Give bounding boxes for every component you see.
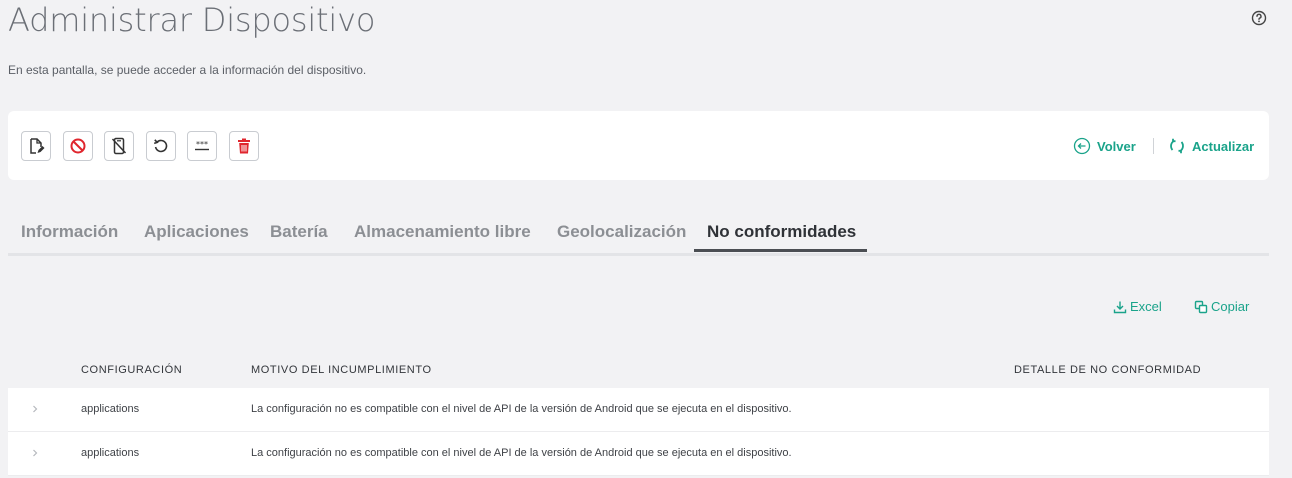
disable-device-button[interactable] [104, 131, 134, 161]
column-header-configuracion[interactable]: CONFIGURACIÓN [81, 364, 182, 376]
block-button[interactable] [63, 131, 93, 161]
cell-motivo: La configuración no es compatible con el… [251, 447, 792, 459]
back-button[interactable]: Volver [1073, 137, 1136, 155]
no-phone-icon [111, 137, 127, 155]
edit-file-button[interactable] [21, 131, 51, 161]
refresh-button[interactable]: Actualizar [1168, 137, 1254, 155]
table-header: CONFIGURACIÓN MOTIVO DEL INCUMPLIMIENTO … [8, 357, 1269, 387]
copy-button[interactable]: Copiar [1194, 299, 1249, 314]
tab-almacenamiento[interactable]: Almacenamiento libre [354, 222, 531, 242]
refresh-icon [1170, 138, 1184, 154]
chevron-right-icon[interactable] [30, 404, 40, 414]
copy-icon [1194, 300, 1208, 313]
cell-configuracion: applications [81, 403, 140, 415]
trash-icon [238, 138, 250, 154]
help-icon[interactable] [1251, 10, 1267, 26]
password-button[interactable]: *** [187, 131, 217, 161]
edit-file-icon [30, 138, 45, 154]
excel-label: Excel [1130, 299, 1162, 314]
back-label: Volver [1097, 138, 1136, 154]
device-toolbar: *** Volver Actualizar [8, 111, 1269, 180]
excel-export-button[interactable]: Excel [1113, 299, 1162, 314]
column-header-motivo[interactable]: MOTIVO DEL INCUMPLIMIENTO [251, 364, 432, 376]
column-header-detalle[interactable]: DETALLE DE NO CONFORMIDAD [1014, 364, 1201, 376]
password-icon: *** [195, 140, 209, 151]
page-subtitle: En esta pantalla, se puede acceder a la … [8, 63, 367, 77]
copy-label: Copiar [1211, 299, 1250, 314]
table-row[interactable]: applications La configuración no es comp… [8, 388, 1269, 432]
undo-icon [153, 139, 168, 153]
download-icon [1113, 301, 1127, 313]
tab-no-conformidades[interactable]: No conformidades [707, 222, 856, 242]
device-tabs: Información Aplicaciones Batería Almacen… [8, 215, 1269, 256]
svg-text:***: *** [196, 140, 208, 149]
page-title: Administrar Dispositivo [8, 1, 376, 39]
cell-configuracion: applications [81, 447, 140, 459]
chevron-right-icon[interactable] [30, 448, 40, 458]
tab-informacion[interactable]: Información [21, 222, 118, 242]
tab-bateria[interactable]: Batería [270, 222, 328, 242]
tab-aplicaciones[interactable]: Aplicaciones [144, 222, 249, 242]
toolbar-divider [1153, 138, 1154, 154]
block-icon [70, 138, 86, 154]
delete-button[interactable] [229, 131, 259, 161]
arrow-left-circle-icon [1073, 137, 1091, 155]
tab-geolocalizacion[interactable]: Geolocalización [557, 222, 686, 242]
cell-motivo: La configuración no es compatible con el… [251, 403, 792, 415]
reset-button[interactable] [146, 131, 176, 161]
active-tab-indicator [694, 249, 867, 252]
refresh-label: Actualizar [1192, 138, 1255, 154]
table-row[interactable]: applications La configuración no es comp… [8, 432, 1269, 476]
